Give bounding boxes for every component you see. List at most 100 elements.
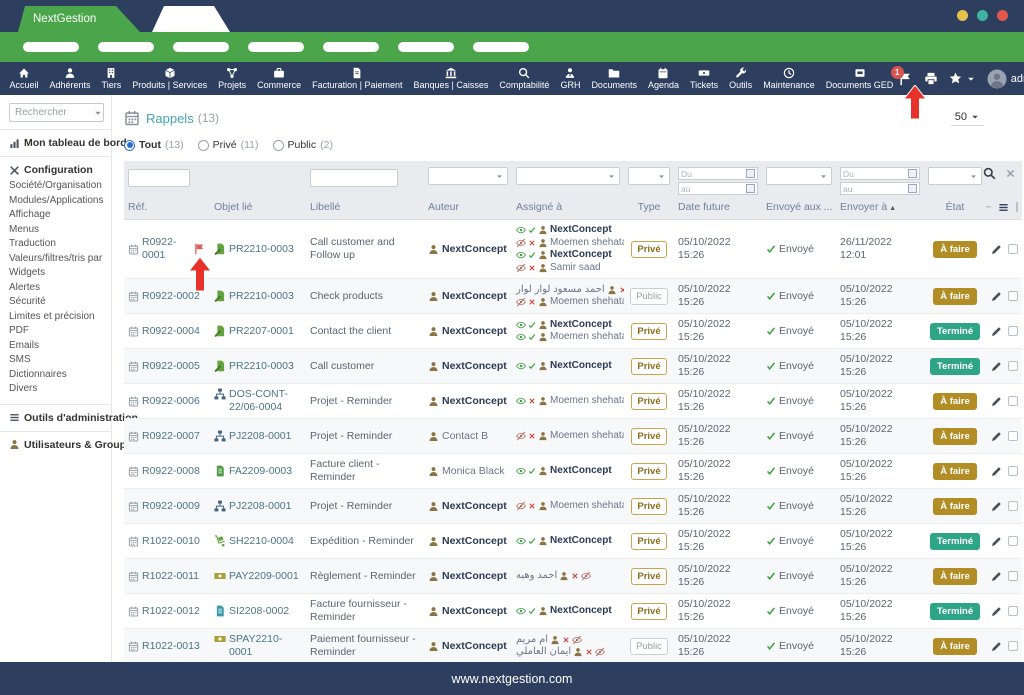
author-name[interactable]: NextConcept [442,570,507,583]
row-checkbox[interactable] [1008,501,1018,511]
edit-pencil-button[interactable] [991,501,1002,512]
author-name[interactable]: Contact B [442,430,488,443]
row-checkbox[interactable] [1008,606,1018,616]
quick-link-pill[interactable] [473,42,529,52]
sidebar-item-menus[interactable]: Menus [9,223,104,238]
row-checkbox[interactable] [1008,326,1018,336]
column-header-label[interactable]: Libellé [306,198,424,220]
print-icon[interactable] [924,72,938,86]
row-checkbox[interactable] [1008,361,1018,371]
object-link[interactable]: SI2208-0002 [229,605,289,618]
reminder-ref-link[interactable]: R0922-0007 [142,430,200,443]
sidebar-section-outils-d-administration[interactable]: Outils d'administration [9,412,104,424]
object-link[interactable]: PR2207-0001 [229,325,294,338]
row-checkbox[interactable] [1008,536,1018,546]
nav-item-banques-caisses[interactable]: Banques | Caisses [408,62,494,95]
filter-select-assignee[interactable] [516,167,620,185]
reminder-ref-link[interactable]: R0922-0009 [142,500,200,513]
assignee-name[interactable]: احمد وهبه [516,570,557,583]
assignee-name[interactable]: ام مريم [516,634,548,647]
edit-pencil-button[interactable] [991,641,1002,652]
calendar-picker-icon[interactable] [908,169,917,178]
nav-item-grh[interactable]: GRH [555,62,586,95]
sidebar-item-affichage[interactable]: Affichage [9,208,104,223]
calendar-picker-icon[interactable] [908,184,917,193]
footer-url[interactable]: www.nextgestion.com [452,672,573,686]
assignee-name[interactable]: NextConcept [550,535,612,548]
nav-item-documents-ged[interactable]: Documents GED [820,62,899,95]
search-button[interactable] [983,167,996,180]
sidebar-item-traduction[interactable]: Traduction [9,237,104,252]
object-link[interactable]: DOS-CONT-22/06-0004 [229,388,302,414]
reminder-ref-link[interactable]: R1022-0011 [142,570,199,583]
author-name[interactable]: NextConcept [442,640,507,653]
date-input[interactable]: au [840,182,920,195]
row-checkbox[interactable] [1008,291,1018,301]
filter-input-ref[interactable] [128,169,190,187]
calendar-picker-icon[interactable] [746,169,755,178]
sidebar-item-limites-et-pr-cision[interactable]: Limites et précision [9,310,104,325]
sidebar-section-utilisateurs-groupes[interactable]: Utilisateurs & Groupes [9,439,104,451]
assignee-name[interactable]: Moemen shehata [550,430,624,443]
assignee-name[interactable]: NextConcept [550,249,612,262]
nav-item-documents[interactable]: Documents [586,62,643,95]
calendar-picker-icon[interactable] [746,184,755,193]
author-name[interactable]: NextConcept [442,290,507,303]
radio-public[interactable]: Public(2) [273,139,333,151]
edit-pencil-button[interactable] [991,361,1002,372]
bookmarks-star-button[interactable] [949,72,976,85]
filter-select-type[interactable] [628,167,670,185]
object-link[interactable]: SPAY2210-0001 [229,633,302,659]
quick-link-pill[interactable] [98,42,154,52]
filter-input-label[interactable] [310,169,398,187]
reminder-ref-link[interactable]: R0922-0002 [142,290,200,303]
object-link[interactable]: PJ2208-0001 [229,500,291,513]
nav-item-projets[interactable]: Projets [213,62,252,95]
assignee-name[interactable]: NextConcept [550,319,612,332]
sidebar-item-alertes[interactable]: Alertes [9,281,104,296]
edit-pencil-button[interactable] [991,396,1002,407]
search-caret-icon[interactable] [93,108,103,118]
author-name[interactable]: NextConcept [442,500,507,513]
nav-item-accueil[interactable]: Accueil [4,62,44,95]
sidebar-item-pdf[interactable]: PDF [9,324,104,339]
radio-priv[interactable]: Privé(11) [198,139,259,151]
object-link[interactable]: PAY2209-0001 [229,570,299,583]
quick-link-pill[interactable] [398,42,454,52]
nav-item-facturation-paiement[interactable]: Facturation | Paiement [307,62,408,95]
nav-item-produits-services[interactable]: Produits | Services [127,62,213,95]
date-input[interactable]: Du [678,167,758,180]
window-dot-red[interactable] [997,10,1008,21]
assignee-name[interactable]: Moemen shehata [550,500,624,513]
object-link[interactable]: SH2210-0004 [229,535,294,548]
column-header-object[interactable]: Objet lié [210,198,306,220]
nav-item-commerce[interactable]: Commerce [252,62,307,95]
clear-filters-button[interactable] [1005,168,1016,179]
quick-link-pill[interactable] [248,42,304,52]
notifications-flag-icon[interactable]: 1 [899,72,913,86]
author-name[interactable]: NextConcept [442,535,507,548]
assignee-name[interactable]: NextConcept [550,224,612,237]
quick-link-pill[interactable] [23,42,79,52]
sidebar-item-soci-t-organisation[interactable]: Société/Organisation [9,179,104,194]
sidebar-item-sms[interactable]: SMS [9,353,104,368]
assignee-name[interactable]: Moemen shehata [550,296,624,309]
nav-item-adh-rents[interactable]: Adhérents [44,62,96,95]
sidebar-item-divers[interactable]: Divers [9,382,104,397]
assignee-name[interactable]: Moemen shehata [550,237,624,250]
row-checkbox[interactable] [1008,571,1018,581]
edit-pencil-button[interactable] [991,606,1002,617]
row-checkbox[interactable] [1008,431,1018,441]
filter-select-sent_to[interactable] [766,167,832,185]
assignee-name[interactable]: Samir saad [550,262,601,275]
app-logo[interactable]: NextGestion [18,6,140,32]
nav-item-agenda[interactable]: Agenda [642,62,684,95]
sidebar-item-emails[interactable]: Emails [9,339,104,354]
object-link[interactable]: FA2209-0003 [229,465,292,478]
sidebar-section-configuration[interactable]: Configuration [9,164,104,176]
sidebar-item-dashboard[interactable]: Mon tableau de bord [9,137,104,149]
object-link[interactable]: PR2210-0003 [229,290,294,303]
window-dot-yellow[interactable] [957,10,968,21]
row-checkbox[interactable] [1008,396,1018,406]
reminder-ref-link[interactable]: R1022-0012 [142,605,200,618]
